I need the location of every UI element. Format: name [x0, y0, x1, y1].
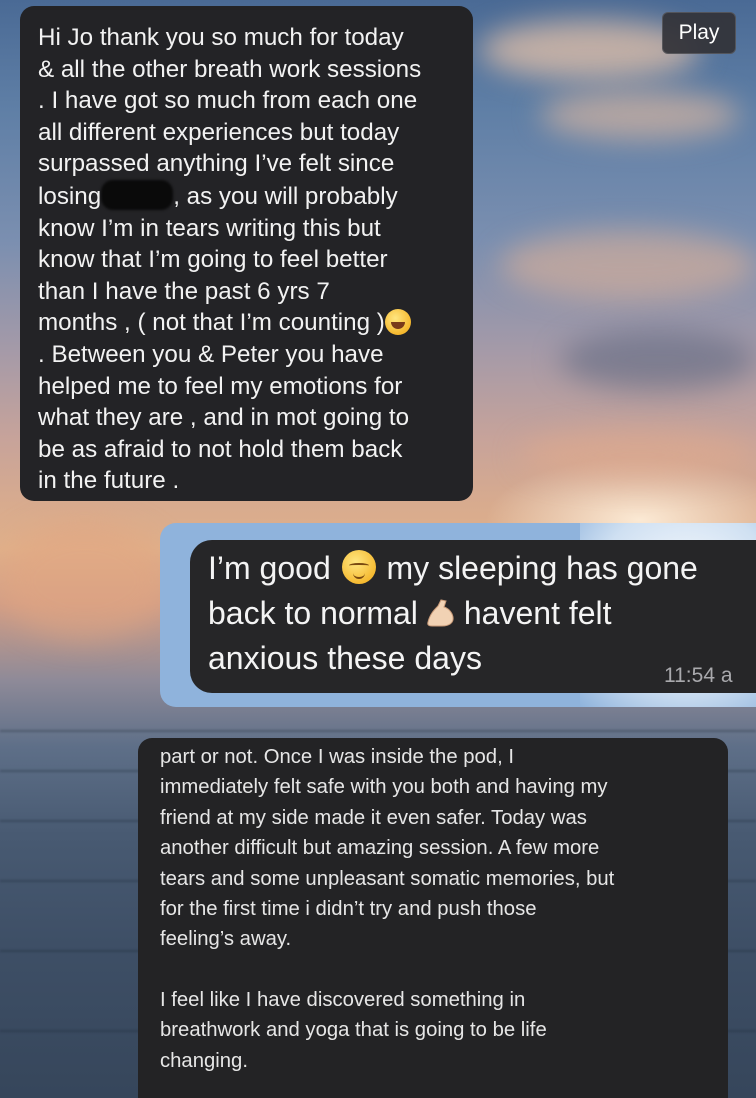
message-line: Hi Jo thank you so much for today	[38, 24, 404, 51]
message-line: tears and some unpleasant somatic memori…	[160, 867, 615, 890]
message-line: what they are , and in mot going to	[38, 404, 410, 432]
message-line: than I have the past 6 yrs 7	[38, 277, 330, 305]
message-bubble-3: part or not. Once I was inside the pod, …	[138, 738, 728, 1098]
redacted-name	[101, 179, 174, 210]
message-line: immediately felt safe with you both and …	[160, 776, 608, 799]
message-line: feeling’s away.	[160, 928, 292, 951]
message-line: . Between you & Peter you have	[38, 340, 384, 368]
message-line: months , ( not that I’m counting )	[38, 307, 455, 339]
message-line: helped me to feel my emotions for	[38, 372, 403, 400]
message-line: I’m good my sleeping has gone	[208, 550, 698, 586]
message-line: all different experiences but today	[38, 118, 400, 146]
message-line: changing.	[160, 1049, 248, 1072]
message-line: surpassed anything I’ve felt since	[38, 150, 395, 178]
message-timestamp: 11:54 a	[664, 664, 733, 687]
message-line: in the future .	[38, 467, 180, 495]
face-with-tears-of-joy-icon	[384, 309, 411, 336]
message-line: know I’m in tears writing this but	[38, 214, 381, 242]
message-line: losing, as you will probably	[38, 179, 455, 213]
relieved-face-icon	[341, 550, 376, 584]
message-line: breathwork and yoga that is going to be …	[160, 1019, 547, 1042]
message-line: & all the other breath work sessions	[38, 55, 422, 83]
message-line: part or not. Once I was inside the pod, …	[160, 746, 514, 768]
message-line: back to normal havent felt	[208, 595, 612, 631]
message-line: for the first time i didn’t try and push…	[160, 898, 537, 921]
message-bubble-1: Hi Jo thank you so much for today & all …	[20, 6, 473, 501]
flexed-biceps-icon	[427, 599, 454, 627]
play-button[interactable]: Play	[662, 12, 736, 54]
message-line: be as afraid to not hold them back	[38, 435, 403, 463]
message-line: friend at my side made it even safer. To…	[160, 806, 587, 829]
message-line: I feel like I have discovered something …	[160, 988, 526, 1011]
message-line: know that I’m going to feel better	[38, 246, 388, 274]
message-line: . I have got so much from each one	[38, 87, 418, 115]
message-bubble-2: I’m good my sleeping has gone back to no…	[190, 540, 756, 693]
message-line: another difficult but amazing session. A…	[160, 837, 600, 860]
